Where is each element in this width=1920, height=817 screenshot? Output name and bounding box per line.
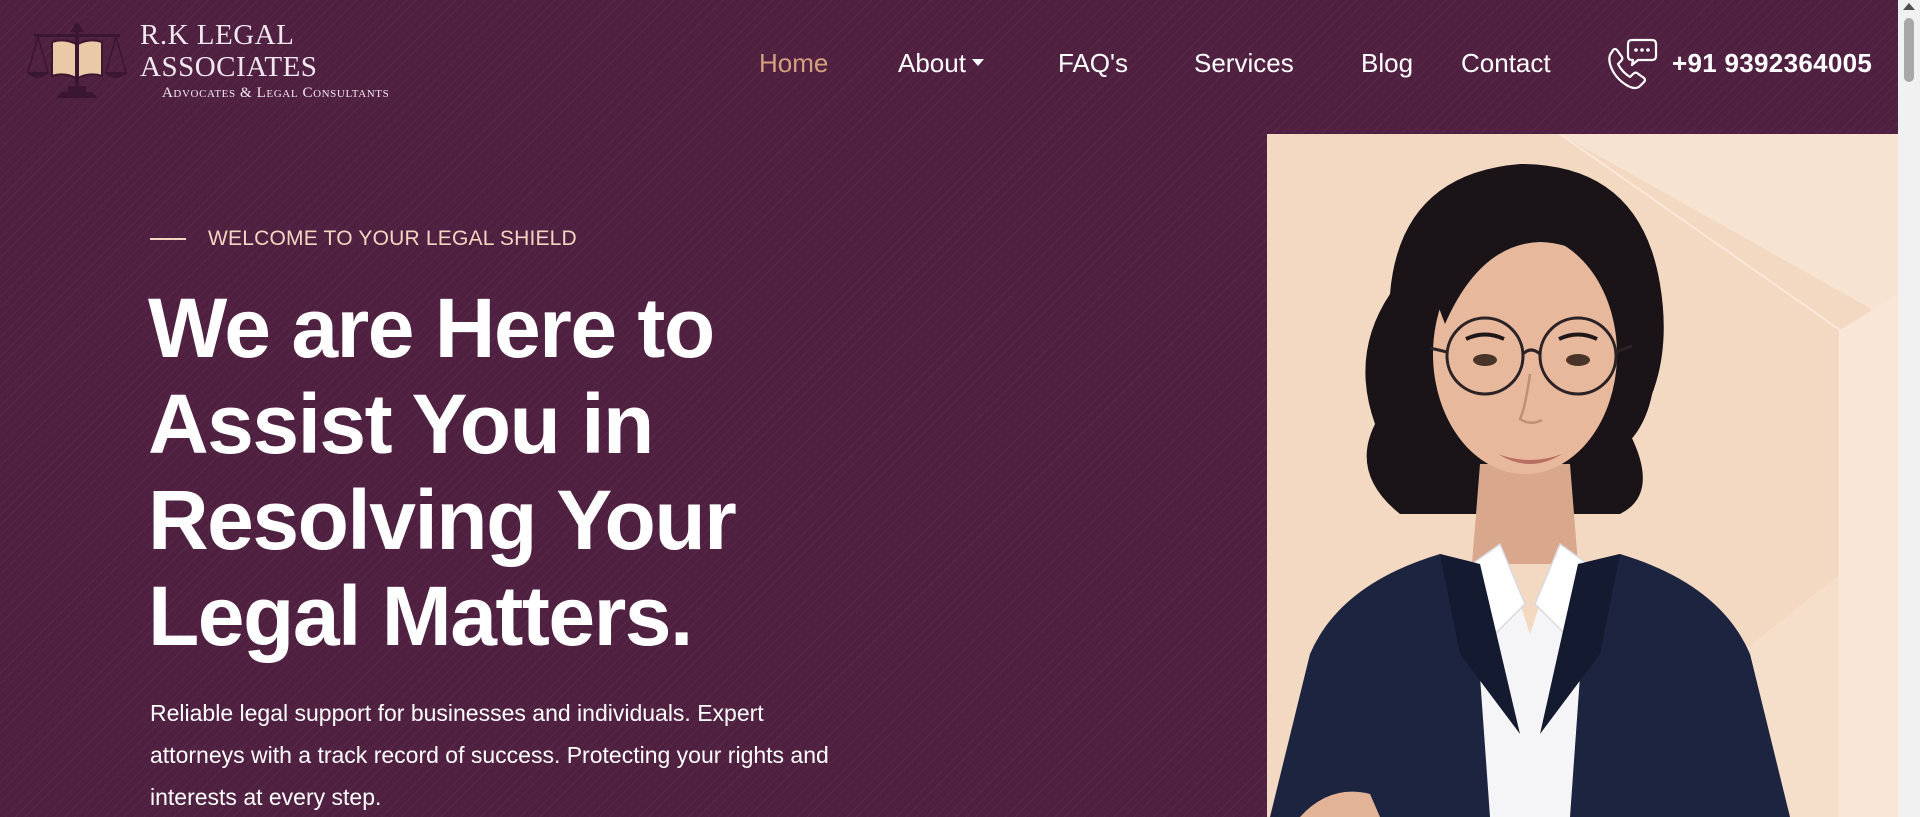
- headline-line-4: Legal Matters.: [148, 569, 693, 663]
- description-line-1: Reliable legal support for businesses an…: [150, 700, 764, 726]
- chevron-down-icon: [971, 58, 984, 66]
- phone-number-link[interactable]: +91 9392364005: [1672, 46, 1872, 80]
- nav-contact[interactable]: Contact: [1461, 46, 1551, 80]
- description-line-3: interests at every step.: [150, 784, 382, 810]
- eyebrow-text: WELCOME TO YOUR LEGAL SHIELD: [208, 227, 577, 250]
- eyebrow-divider: [150, 238, 186, 240]
- hero-description: Reliable legal support for businesses an…: [150, 692, 920, 817]
- nav-faqs[interactable]: FAQ's: [1058, 46, 1128, 80]
- page-scrollbar[interactable]: [1898, 0, 1920, 817]
- nav-home[interactable]: Home: [759, 46, 828, 80]
- nav-services[interactable]: Services: [1194, 46, 1294, 80]
- hero-eyebrow: WELCOME TO YOUR LEGAL SHIELD: [150, 226, 577, 252]
- scrollbar-thumb[interactable]: [1904, 18, 1914, 82]
- hero-headline: We are Here to Assist You in Resolving Y…: [148, 280, 868, 664]
- scroll-up-arrow-icon[interactable]: [1903, 3, 1915, 10]
- description-line-2: attorneys with a track record of success…: [150, 742, 829, 768]
- headline-line-1: We are Here to: [148, 281, 715, 375]
- woman-lawyer-portrait: [1100, 134, 1898, 817]
- headline-line-2: Assist You in: [148, 377, 654, 471]
- nav-blog[interactable]: Blog: [1361, 46, 1413, 80]
- nav-about[interactable]: About: [898, 46, 984, 80]
- headline-line-3: Resolving Your: [148, 473, 737, 567]
- phone-chat-icon[interactable]: [1604, 38, 1658, 92]
- site-header: R.K LEGAL ASSOCIATES Advocates & Legal C…: [0, 0, 1898, 120]
- nav-about-label: About: [898, 48, 966, 78]
